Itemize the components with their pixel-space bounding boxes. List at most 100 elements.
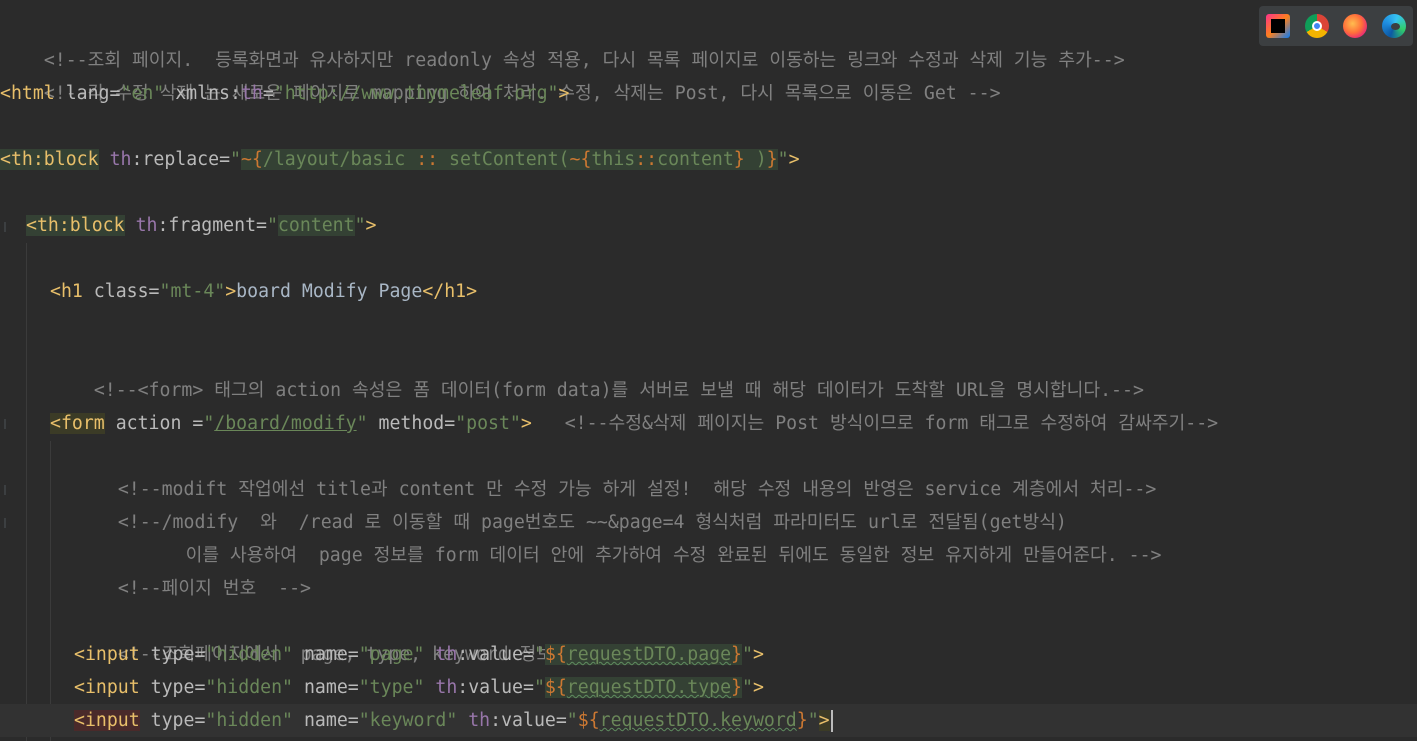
fold-marker[interactable] [4, 222, 6, 232]
attr: type= [139, 677, 206, 698]
attr: :fragment= [157, 215, 267, 236]
expr-delim: ~{ [240, 149, 263, 170]
expr-delim: } [731, 644, 742, 665]
chrome-icon[interactable] [1304, 14, 1329, 38]
attr-value: "mt-4" [159, 281, 226, 302]
code-line[interactable]: <!--조회페이지에서 page, type, keyword 정보 처리. -… [74, 605, 1417, 665]
tag-open: <input [74, 677, 140, 698]
attr-value: "http://www.thymeleaf.org" [273, 83, 559, 104]
expression: requestDTO.keyword [599, 710, 797, 731]
attr: :value= [457, 644, 534, 665]
fold-marker[interactable] [4, 419, 6, 429]
quote: " [566, 710, 578, 731]
tag-open: <th:block [0, 149, 99, 170]
tag-close: > [365, 215, 377, 236]
namespace: th [424, 677, 458, 698]
attr-value: "en" [120, 83, 165, 104]
code-line[interactable]: <!--각 수정 삭제 는 새로운 페이지로 mapping 하여 처리. 수정… [0, 44, 1417, 104]
tag-open: <form [50, 413, 105, 434]
code-line[interactable]: <input type="hidden" name="type" th:valu… [74, 671, 1417, 704]
code-line[interactable]: <h1 class="mt-4">board Modify Page</h1> [50, 275, 1417, 308]
tag-close: > [752, 644, 764, 665]
quote: " [230, 149, 241, 170]
attr-value: "hidden" [205, 710, 294, 731]
fragment-call: setContent( [438, 149, 570, 170]
fold-marker[interactable] [4, 518, 6, 528]
quote: " [533, 677, 545, 698]
attr: lang= [54, 83, 121, 104]
code-line[interactable]: 이를 사용하여 page 정보를 form 데이터 안에 추가하여 수정 완료된… [98, 506, 1417, 566]
attr: action = [104, 413, 204, 434]
text-caret [830, 710, 833, 732]
attr: type= [139, 644, 206, 665]
tag-close: > [558, 83, 570, 104]
tag-close: > [752, 677, 764, 698]
attr: name= [293, 644, 359, 665]
this-keyword: this [591, 149, 636, 170]
tag-close: > [788, 149, 800, 170]
namespace: th [457, 710, 491, 731]
expr-delim: ${ [577, 710, 600, 731]
quote: " [807, 710, 819, 731]
quote: " [203, 413, 215, 434]
expr-delim: } [731, 677, 742, 698]
comment: <!--<form> 태그의 action 속성은 폼 데이터(form dat… [93, 380, 1144, 401]
code-line-current[interactable]: <input type="hidden" name="keyword" th:v… [0, 704, 1417, 737]
tag-close: > [818, 710, 830, 731]
code-line[interactable]: <!--조회 페이지. 등록화면과 유사하지만 readonly 속성 적용, … [0, 11, 1417, 71]
attr-value: content [277, 215, 355, 236]
quote: " [742, 644, 753, 665]
code-editor[interactable]: <!--조회 페이지. 등록화면과 유사하지만 readonly 속성 적용, … [0, 0, 1417, 741]
quote: " [777, 149, 789, 170]
tag-close: > [520, 413, 532, 434]
code-line[interactable]: <!--modift 작업에선 title과 content 만 수정 가능 하… [74, 440, 1417, 500]
fragment-name: content [657, 149, 734, 170]
attr-value: "hidden" [205, 644, 294, 665]
code-line[interactable]: <th:block th:fragment="content"> [26, 209, 1417, 242]
tag-bracket: < [74, 710, 85, 731]
namespace: th [240, 83, 263, 104]
tag-open: <th:block [26, 215, 125, 236]
quote: " [533, 644, 545, 665]
equals: = [262, 83, 274, 104]
firefox-icon[interactable] [1343, 14, 1368, 38]
code-line[interactable]: <form action ="/board/modify" method="po… [50, 407, 1417, 440]
intellij-icon[interactable] [1266, 14, 1291, 38]
attr: method= [367, 413, 456, 434]
paren: ) [744, 149, 767, 170]
attr: name= [293, 677, 359, 698]
code-line[interactable]: <!--/modify 와 /read 로 이동할 때 page번호도 ~~&p… [74, 473, 1417, 533]
code-line[interactable]: <input type="hidden" name="page" th:valu… [74, 638, 1417, 671]
quote: " [354, 215, 366, 236]
expression: requestDTO.type [566, 677, 732, 698]
namespace: th [135, 215, 158, 236]
code-line[interactable]: <html lang="en" xmlns:th="http://www.thy… [0, 77, 1417, 110]
expr-delim: } [733, 149, 745, 170]
quote: " [742, 677, 753, 698]
namespace: th [424, 644, 458, 665]
code-line[interactable]: <!--페이지 번호 --> [74, 539, 1417, 599]
attr: class= [82, 281, 160, 302]
attr-value: "type" [358, 677, 425, 698]
attr-value: "post" [455, 413, 521, 434]
expr-delim: ~{ [569, 149, 592, 170]
code-line[interactable]: <th:block th:replace="~{/layout/basic :: … [0, 143, 1417, 176]
quote: " [266, 215, 278, 236]
attr: :replace= [131, 149, 231, 170]
comment: <!--페이지 번호 --> [117, 578, 311, 599]
attr: :value= [457, 677, 534, 698]
edge-icon[interactable] [1381, 14, 1406, 38]
tag-open: <h1 [50, 281, 83, 302]
indent-guide [50, 441, 51, 741]
quote: " [356, 413, 368, 434]
expr-delim: ${ [544, 644, 567, 665]
fold-marker[interactable] [4, 485, 6, 495]
expression: requestDTO.page [566, 644, 732, 665]
expr-sep: :: [635, 149, 658, 170]
attr: xmlns: [164, 83, 241, 104]
attr: name= [293, 710, 359, 731]
code-line[interactable]: <!--<form> 태그의 action 속성은 폼 데이터(form dat… [50, 341, 1417, 401]
tag-open: <html [0, 83, 55, 104]
tag-close: > [225, 281, 237, 302]
attr-value: "page" [358, 644, 425, 665]
